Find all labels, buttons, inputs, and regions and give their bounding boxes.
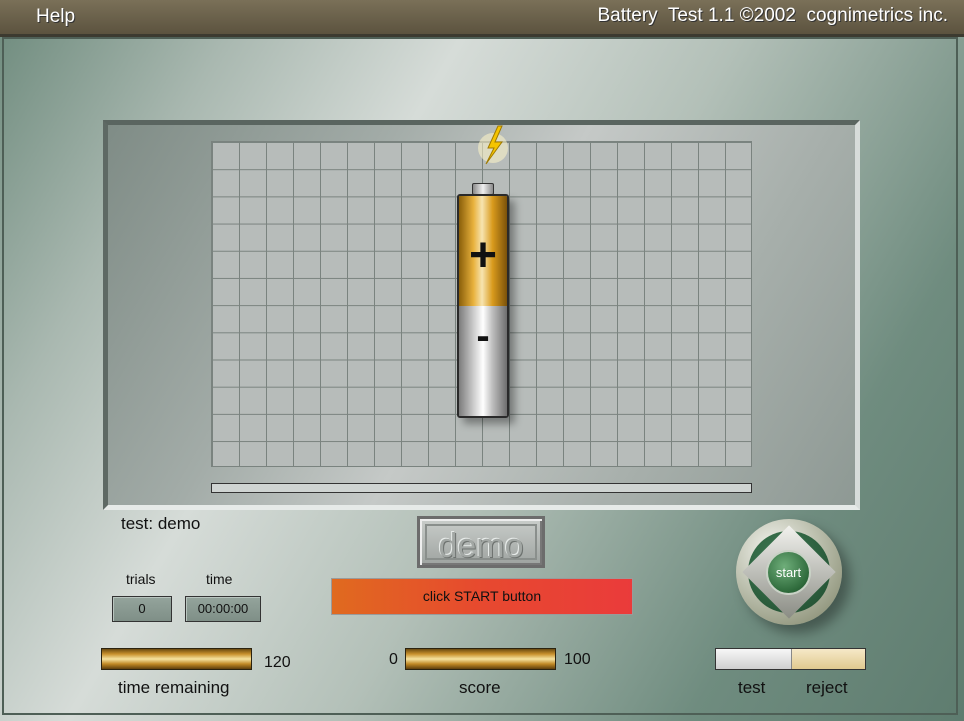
battery-icon: + - [457,194,509,418]
test-button-label: test [738,678,766,697]
start-button[interactable]: start [766,550,811,595]
trials-value: 0 [112,596,172,622]
status-message: click START button [331,578,633,615]
trials-label: trials [126,571,156,587]
reject-button[interactable] [791,649,865,669]
time-remaining-max: 120 [264,654,291,671]
time-label: time [206,571,233,587]
test-reject-toggle [715,648,866,670]
trial-progress-track [211,483,752,493]
title-bar: Help Battery Test 1.1 ©2002 cognimetrics… [0,0,964,37]
minus-icon: - [476,314,490,358]
score-max: 100 [564,651,591,668]
score-bar [405,648,556,670]
plus-icon: + [468,229,498,282]
start-control: start [736,519,842,625]
time-remaining-bar [101,648,252,670]
reject-button-label: reject [806,678,848,697]
mode-badge: demo [417,516,545,568]
test-name-label: test: demo [121,514,201,533]
score-min: 0 [389,651,398,668]
mode-badge-text: demo [425,524,537,565]
time-value: 00:00:00 [185,596,261,622]
score-label: score [459,678,501,697]
test-button[interactable] [716,649,791,669]
battery[interactable]: + - [455,120,515,425]
spark-icon [478,125,508,165]
help-menu[interactable]: Help [36,6,75,28]
app-title: Battery Test 1.1 ©2002 cognimetrics inc. [597,5,948,26]
time-remaining-label: time remaining [118,678,230,697]
